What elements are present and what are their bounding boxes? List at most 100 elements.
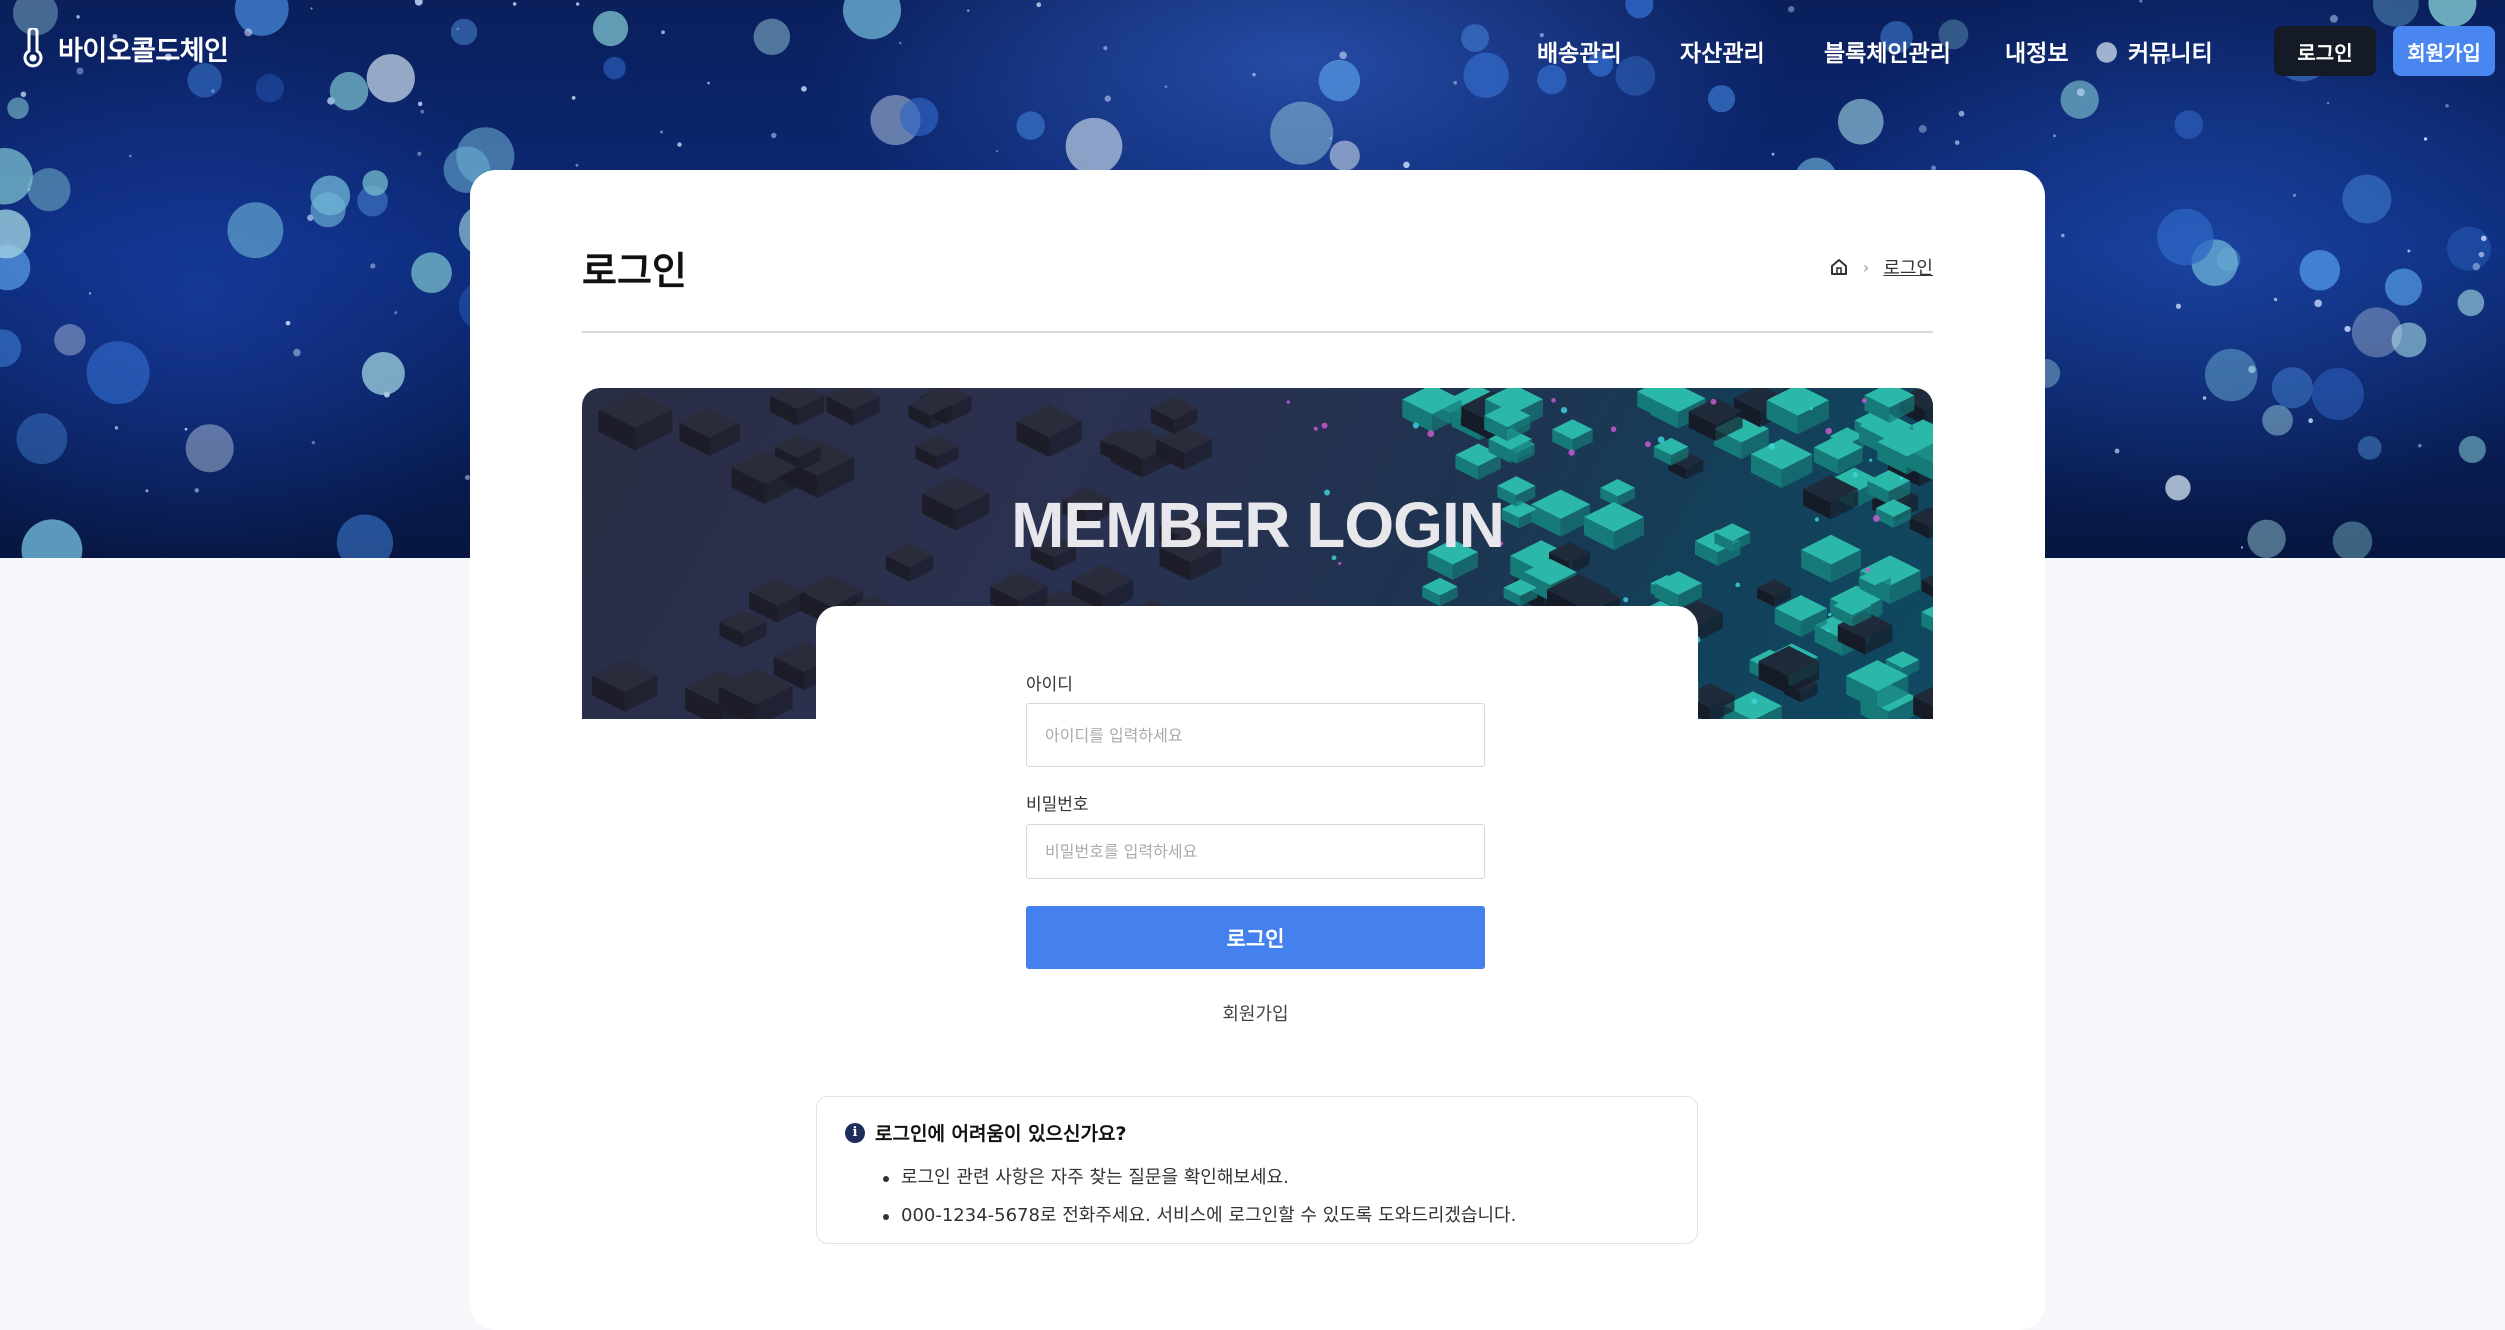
- glow-dot: [1286, 400, 1290, 404]
- help-heading: i 로그인에 어려움이 있으신가요?: [845, 1119, 1127, 1146]
- bokeh-dot: [2311, 367, 2364, 421]
- bokeh-dot: [293, 348, 301, 357]
- bokeh-dot: [129, 154, 132, 158]
- glow-dot: [1751, 698, 1758, 705]
- cube-shape: [915, 435, 959, 470]
- bokeh-dot: [194, 488, 200, 493]
- bokeh-dot: [370, 263, 376, 269]
- bokeh-dot: [336, 514, 394, 558]
- bokeh-dot: [2478, 251, 2485, 258]
- bokeh-dot: [1016, 111, 1045, 140]
- brand-name: 바이오콜드체인: [58, 35, 229, 67]
- bokeh-dot: [677, 142, 682, 147]
- bokeh-dot: [1329, 140, 1360, 171]
- glow-dot: [1825, 427, 1832, 435]
- bokeh-dot: [2292, 193, 2297, 197]
- bokeh-dot: [2342, 174, 2392, 224]
- bokeh-dot: [1958, 110, 1965, 117]
- cube-shape: [1921, 574, 1933, 597]
- nav-community[interactable]: 커뮤니티: [2128, 34, 2213, 68]
- bokeh-dot: [361, 352, 405, 396]
- nav-shipping[interactable]: 배송관리: [1537, 34, 1622, 68]
- bokeh-dot: [185, 424, 234, 473]
- bokeh-dot: [2247, 519, 2286, 558]
- login-submit-button[interactable]: 로그인: [1026, 906, 1485, 969]
- bokeh-dot: [88, 292, 92, 295]
- help-title: 로그인에 어려움이 있으신가요?: [875, 1123, 1127, 1145]
- glow-dot: [1869, 458, 1873, 462]
- bokeh-dot: [2472, 262, 2481, 271]
- join-link[interactable]: 회원가입: [1026, 1000, 1485, 1026]
- bokeh-dot: [2407, 249, 2411, 253]
- bokeh-dot: [2384, 268, 2423, 306]
- logo[interactable]: 바이오콜드체인: [18, 28, 229, 68]
- id-label: 아이디: [1026, 675, 1073, 695]
- glow-dot: [1852, 471, 1858, 478]
- glow-dot: [1826, 628, 1830, 632]
- bokeh-dot: [21, 519, 83, 558]
- bokeh-dot: [417, 151, 422, 156]
- bokeh-dot: [1065, 117, 1123, 175]
- bokeh-dot: [2273, 297, 2278, 302]
- bokeh-dot: [417, 101, 423, 107]
- bokeh-dot: [285, 320, 291, 326]
- id-input[interactable]: [1026, 703, 1485, 767]
- bokeh-dot: [1954, 140, 1960, 145]
- cube-shape: [1422, 577, 1458, 607]
- bokeh-dot: [996, 150, 999, 153]
- bokeh-dot: [145, 489, 149, 493]
- bokeh-dot: [114, 426, 119, 430]
- bokeh-dot: [2446, 226, 2492, 271]
- glow-dot: [1827, 612, 1832, 617]
- cube-shape: [1921, 606, 1933, 632]
- bokeh-dot: [2418, 443, 2422, 448]
- cube-shape: [679, 407, 740, 456]
- password-input[interactable]: [1026, 824, 1485, 879]
- home-icon[interactable]: [1829, 257, 1849, 277]
- bokeh-dot: [311, 440, 316, 445]
- glow-dot: [1551, 398, 1556, 403]
- help-item-phone: 000-1234-5678로 전화주세요. 서비스에 로그인할 수 있도록 도와…: [883, 1197, 1516, 1235]
- bokeh-dot: [1270, 101, 1334, 165]
- bokeh-dot: [2271, 367, 2313, 409]
- bokeh-dot: [2157, 208, 2214, 266]
- bokeh-dot: [1403, 161, 1410, 169]
- chevron-right-icon: ›: [1862, 257, 1870, 277]
- glow-dot: [1313, 426, 1318, 431]
- bokeh-dot: [2423, 137, 2428, 141]
- breadcrumb-current[interactable]: 로그인: [1883, 254, 1933, 280]
- bokeh-dot: [2458, 435, 2486, 464]
- glow-dot: [1610, 426, 1617, 432]
- nav-blockchain[interactable]: 블록체인관리: [1824, 34, 1951, 68]
- cube-shape: [1756, 579, 1792, 607]
- bokeh-dot: [771, 132, 777, 139]
- site-header: 바이오콜드체인 배송관리 자산관리 블록체인관리 내정보 커뮤니티 로그인 회원…: [0, 0, 2505, 102]
- bokeh-dot: [660, 130, 663, 134]
- bokeh-dot: [2216, 247, 2241, 272]
- glow-dot: [1865, 567, 1871, 573]
- bokeh-dot: [411, 252, 452, 294]
- cube-shape: [1552, 419, 1593, 452]
- bokeh-dot: [86, 341, 150, 405]
- nav-my-info[interactable]: 내정보: [2005, 34, 2068, 68]
- cube-shape: [749, 577, 805, 623]
- bokeh-dot: [2262, 404, 2293, 436]
- bokeh-dot: [2445, 103, 2449, 108]
- bokeh-dot: [2052, 134, 2056, 138]
- cube-shape: [1913, 686, 1933, 719]
- page-title: 로그인: [582, 249, 687, 293]
- bokeh-dot: [1329, 137, 1332, 140]
- cube-shape: [826, 388, 880, 426]
- bokeh-dot: [2174, 110, 2204, 139]
- header-login-button[interactable]: 로그인: [2274, 26, 2376, 76]
- title-divider: [582, 331, 1933, 333]
- cube-shape: [598, 390, 673, 451]
- login-form: 아이디 비밀번호 로그인 회원가입: [816, 606, 1698, 1066]
- login-help-box: i 로그인에 어려움이 있으신가요? 로그인 관련 사항은 자주 찾는 질문을 …: [816, 1096, 1698, 1244]
- bokeh-dot: [2332, 521, 2373, 558]
- nav-assets[interactable]: 자산관리: [1680, 34, 1765, 68]
- glow-dot: [1338, 561, 1342, 565]
- header-join-button[interactable]: 회원가입: [2393, 26, 2495, 76]
- password-label: 비밀번호: [1026, 795, 1089, 815]
- help-item-faq: 로그인 관련 사항은 자주 찾는 질문을 확인해보세요.: [883, 1159, 1516, 1197]
